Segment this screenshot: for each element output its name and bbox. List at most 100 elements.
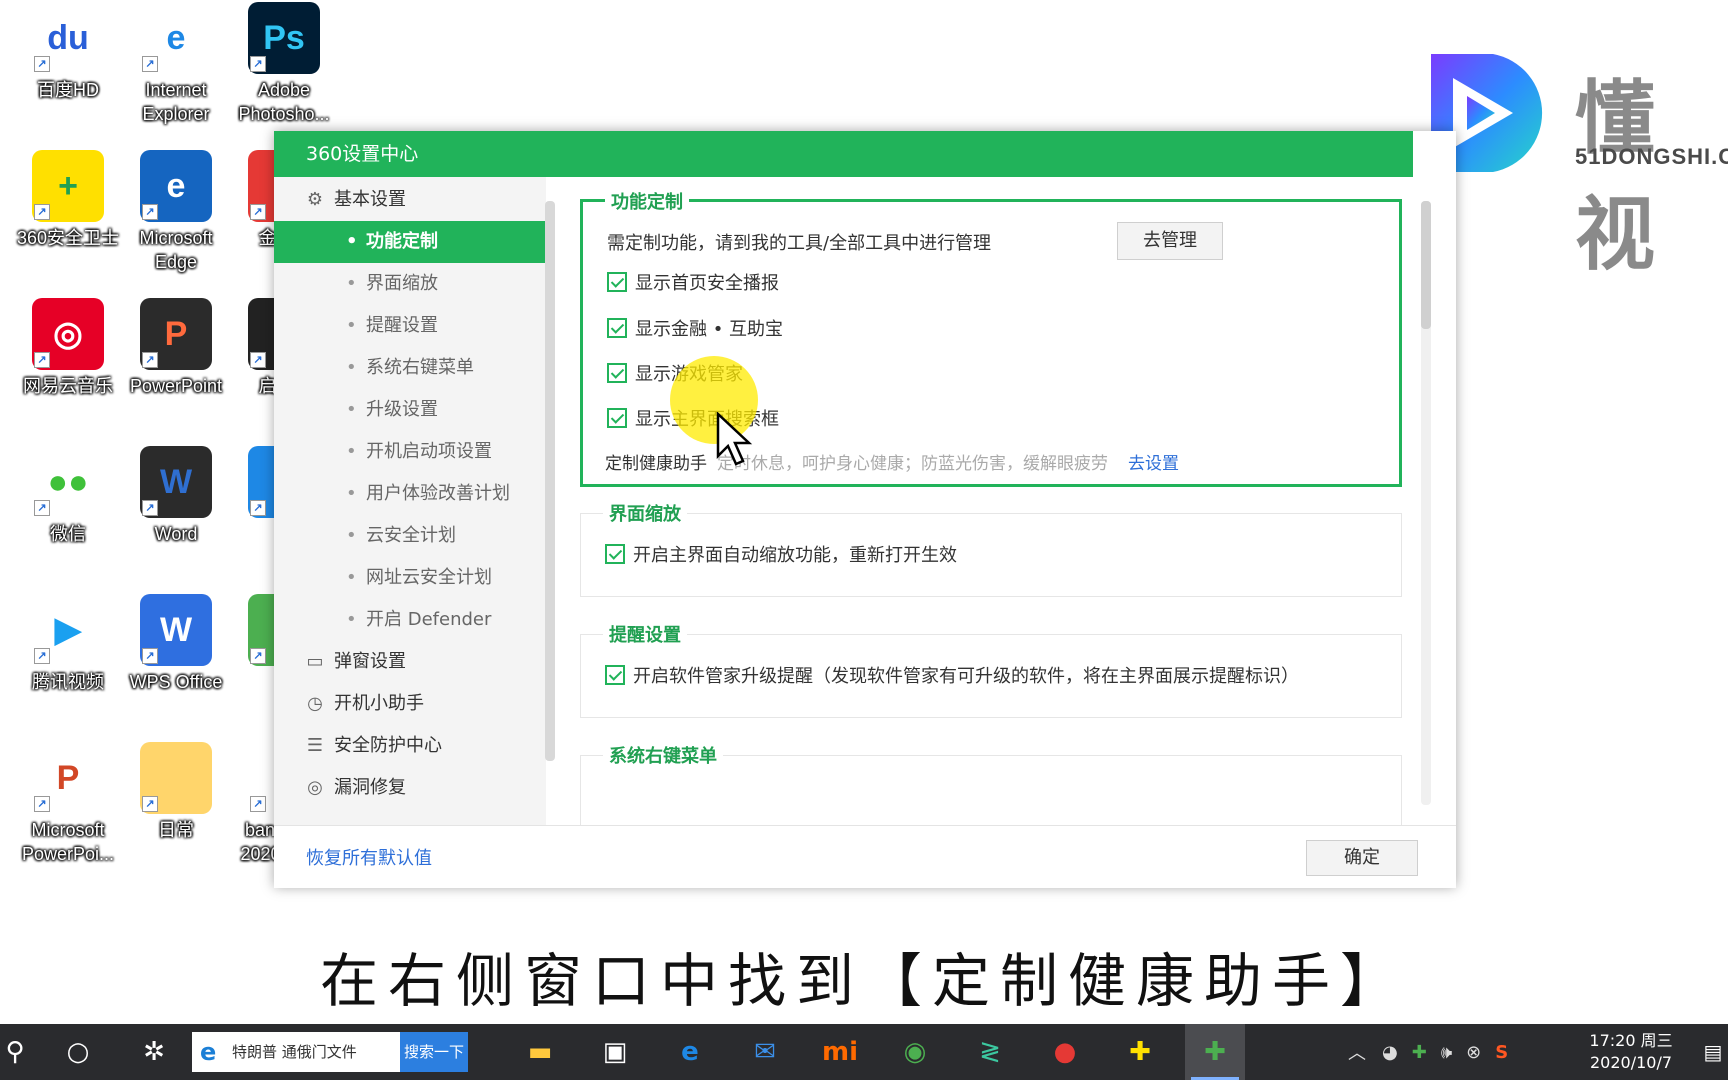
checkbox-label: 显示金融 • 互助宝 <box>635 319 784 340</box>
edge-taskbar-icon[interactable]: e <box>660 1024 720 1080</box>
store-icon[interactable]: ▣ <box>585 1024 645 1080</box>
network-icon[interactable]: ⊗ <box>1466 1042 1481 1063</box>
volume-icon[interactable]: 🕪 <box>1441 1042 1452 1063</box>
sidebar-item-label: 云安全计划 <box>366 525 456 546</box>
sidebar-item-func-custom[interactable]: • 功能定制 <box>274 221 546 263</box>
manage-button[interactable]: 去管理 <box>1117 222 1223 260</box>
checkbox-home-broadcast[interactable]: 显示首页安全播报 <box>607 270 779 298</box>
dialog-footer: 恢复所有默认值 确定 <box>274 825 1456 888</box>
watermark-logo: 懂视 51DONGSHI.C <box>1413 48 1728 281</box>
sidebar-group-label: 安全防护中心 <box>334 735 442 756</box>
desktop-icon-label: 网易云音乐 <box>23 376 113 396</box>
desktop-icon-label: Word <box>154 524 198 544</box>
timer-icon: ◷ <box>307 693 323 714</box>
checkbox-label: 开启软件管家升级提醒（发现软件管家有可升级的软件，将在主界面展示提醒标识） <box>633 666 1299 687</box>
powerpoint-icon: P ↗ <box>140 298 212 370</box>
checkbox-checked[interactable] <box>605 544 625 564</box>
sidebar-group-basic[interactable]: ⚙ 基本设置 <box>274 179 546 221</box>
sidebar-item-defender[interactable]: • 开启 Defender <box>274 599 546 641</box>
desktop-icon-label: 日常 <box>158 820 194 840</box>
health-settings-link[interactable]: 去设置 <box>1128 454 1179 474</box>
file-explorer-icon[interactable]: ▬ <box>510 1024 570 1080</box>
sidebar-item-remind[interactable]: • 提醒设置 <box>274 305 546 347</box>
ok-button[interactable]: 确定 <box>1306 840 1418 876</box>
sidebar-group-security[interactable]: ☰ 安全防护中心 <box>274 725 546 767</box>
sidebar-item-label: 开机启动项设置 <box>366 441 492 462</box>
desktop-icon[interactable]: e ↗ Microsoft Edge <box>124 150 228 274</box>
qq-icon[interactable]: ◕ <box>1382 1042 1398 1063</box>
sidebar-item-context-menu[interactable]: • 系统右键菜单 <box>274 347 546 389</box>
sidebar-item-startup[interactable]: • 开机启动项设置 <box>274 431 546 473</box>
func-desc: 需定制功能，请到我的工具/全部工具中进行管理 <box>607 233 992 254</box>
sidebar-item-upgrade[interactable]: • 升级设置 <box>274 389 546 431</box>
360-settings-taskbar-icon[interactable]: ✚ <box>1185 1024 1245 1080</box>
360-browser-icon[interactable]: ◉ <box>885 1024 945 1080</box>
app-s-icon[interactable]: ≷ <box>960 1024 1020 1080</box>
sidebar-group-boot[interactable]: ◷ 开机小助手 <box>274 683 546 725</box>
tencent-video-icon: ▶ ↗ <box>32 594 104 666</box>
sidebar-item-url-cloud[interactable]: • 网址云安全计划 <box>274 557 546 599</box>
address-bar[interactable]: e 特朗普 通俄门文件 <box>192 1032 400 1072</box>
cortana-icon[interactable]: ○ <box>48 1024 108 1080</box>
sidebar-item-zoom[interactable]: • 界面缩放 <box>274 263 546 305</box>
clock[interactable]: 17:20 周三 2020/10/7 <box>1574 1030 1688 1074</box>
list-icon: ☰ <box>306 735 324 756</box>
checkbox-upgrade-remind[interactable]: 开启软件管家升级提醒（发现软件管家有可升级的软件，将在主界面展示提醒标识） <box>605 663 1299 691</box>
desktop-icon-label: 360安全卫士 <box>16 228 120 248</box>
desktop-icon[interactable]: P ↗ PowerPoint <box>124 298 228 398</box>
desktop-icon[interactable]: ↗ 日常 <box>124 742 228 842</box>
clock-time: 17:20 周三 <box>1589 1031 1673 1050</box>
sidebar-group-popup[interactable]: ▭ 弹窗设置 <box>274 641 546 683</box>
shortcut-arrow-icon: ↗ <box>34 204 50 220</box>
health-label: 定制健康助手 <box>605 454 707 474</box>
sogou-icon[interactable]: S <box>1495 1042 1508 1063</box>
360-tray-icon[interactable]: ✚ <box>1412 1042 1427 1063</box>
desktop-icon[interactable]: W ↗ WPS Office <box>124 594 228 694</box>
desktop-icon[interactable]: W ↗ Word <box>124 446 228 546</box>
record-icon[interactable]: ● <box>1035 1024 1095 1080</box>
chevron-up-icon[interactable]: ︿ <box>1348 1039 1366 1065</box>
checkbox-finance[interactable]: 显示金融 • 互助宝 <box>607 316 783 344</box>
sidebar-item-ux-plan[interactable]: • 用户体验改善计划 <box>274 473 546 515</box>
wps-icon: W ↗ <box>140 594 212 666</box>
restore-defaults-link[interactable]: 恢复所有默认值 <box>306 844 432 870</box>
internet-explorer-icon: e ↗ <box>140 2 212 74</box>
checkbox-auto-zoom[interactable]: 开启主界面自动缩放功能，重新打开生效 <box>605 542 957 570</box>
search-icon[interactable]: ⚲ <box>0 1024 30 1080</box>
checkbox-checked[interactable] <box>607 272 627 292</box>
desktop-icon[interactable]: P ↗ Microsoft PowerPoi... <box>16 742 120 866</box>
desktop-icon[interactable]: ▶ ↗ 腾讯视频 <box>16 594 120 694</box>
360-safe-taskbar-icon[interactable]: ✚ <box>1110 1024 1170 1080</box>
section-context-menu: 系统右键菜单 <box>580 742 1402 825</box>
desktop-icon[interactable]: Ps ↗ Adobe Photosho... <box>232 2 336 126</box>
checkbox-checked[interactable] <box>605 665 625 685</box>
search-button[interactable]: 搜索一下 <box>400 1032 468 1072</box>
desktop-icon-label: WPS Office <box>129 672 223 692</box>
desktop-icon[interactable]: du ↗ 百度HD <box>16 2 120 102</box>
pinwheel-app-icon[interactable]: ✲ <box>124 1024 184 1080</box>
checkbox-checked[interactable] <box>607 408 627 428</box>
checkbox-label: 开启主界面自动缩放功能，重新打开生效 <box>633 545 957 566</box>
dialog-title: 360设置中心 <box>274 131 1413 177</box>
system-tray: ︿ ◕ ✚ 🕪 ⊗ S <box>1348 1024 1508 1080</box>
notification-icon[interactable]: ▤ <box>1698 1024 1728 1080</box>
desktop-icon[interactable]: e ↗ Internet Explorer <box>124 2 228 126</box>
mail-icon[interactable]: ✉ <box>735 1024 795 1080</box>
sidebar-group-vuln[interactable]: ◎ 漏洞修复 <box>274 767 546 809</box>
ie-small-icon: e <box>200 1038 217 1066</box>
checkbox-checked[interactable] <box>607 363 627 383</box>
desktop-icon[interactable]: ●● ↗ 微信 <box>16 446 120 546</box>
watermark-brand: 懂视 <box>1575 72 1663 281</box>
content-scrollbar[interactable] <box>1421 201 1431 329</box>
checkbox-checked[interactable] <box>607 318 627 338</box>
desktop-icon-label: 腾讯视频 <box>32 672 104 692</box>
shortcut-arrow-icon: ↗ <box>250 796 266 812</box>
sidebar-item-cloud-security[interactable]: • 云安全计划 <box>274 515 546 557</box>
desktop-icon[interactable]: + ↗ 360安全卫士 <box>16 150 120 250</box>
settings-dialog: 360设置中心 ⚙ 基本设置 • 功能定制 • 界面缩放 • 提醒设置 • 系统右键菜单 … <box>274 131 1456 888</box>
powerpoint-file-icon: P ↗ <box>32 742 104 814</box>
desktop-icon-label: Adobe Photosho... <box>238 80 330 124</box>
desktop-icon[interactable]: ◎ ↗ 网易云音乐 <box>16 298 120 398</box>
mi-icon[interactable]: mi <box>810 1024 870 1080</box>
sidebar-scrollbar[interactable] <box>545 201 555 761</box>
